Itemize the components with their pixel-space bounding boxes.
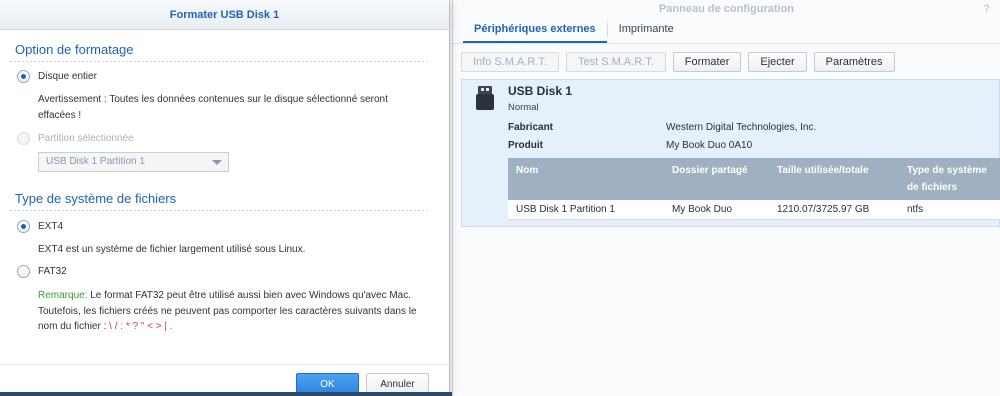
tab-external-devices[interactable]: Périphériques externes <box>463 17 607 43</box>
partition-table: Nom Dossier partagé Taille utilisée/tota… <box>508 158 1000 220</box>
cell-name: USB Disk 1 Partition 1 <box>508 200 664 220</box>
ext4-radio[interactable] <box>17 220 30 233</box>
whole-disk-radio[interactable] <box>17 70 30 83</box>
selected-partition-radio[interactable] <box>17 132 30 145</box>
dialog-title: Formater USB Disk 1 <box>0 0 449 30</box>
selected-partition-label[interactable]: Partition sélectionnée <box>38 133 134 144</box>
column-header-size[interactable]: Taille utilisée/totale <box>769 158 899 200</box>
disk-status: Normal <box>508 102 539 113</box>
fat32-radio[interactable] <box>17 265 30 278</box>
manufacturer-value: Western Digital Technologies, Inc. <box>666 122 817 133</box>
partition-select[interactable]: USB Disk 1 Partition 1 <box>38 152 229 172</box>
control-panel-window: Panneau de configuration ? Périphériques… <box>452 0 1000 396</box>
taskbar-strip <box>0 392 452 396</box>
remark-text: Le format FAT32 peut être utilisé aussi … <box>38 290 417 332</box>
smart-test-button[interactable]: Test S.M.A.R.T. <box>565 52 666 72</box>
smart-info-button[interactable]: Info S.M.A.R.T. <box>461 52 559 72</box>
fat32-remark: Remarque: Le format FAT32 peut être util… <box>38 288 418 335</box>
format-option-heading: Option de formatage <box>15 42 134 57</box>
section-divider <box>10 210 430 211</box>
ext4-label[interactable]: EXT4 <box>38 221 63 232</box>
tab-bar: Périphériques externes Imprimante <box>453 18 1000 44</box>
whole-disk-label[interactable]: Disque entier <box>38 71 97 82</box>
cell-filesystem: ntfs <box>899 200 1000 220</box>
filesystem-type-heading: Type de système de fichiers <box>15 191 177 206</box>
column-header-filesystem[interactable]: Type de système de fichiers <box>899 158 1000 200</box>
help-icon[interactable]: ? <box>983 0 990 18</box>
control-panel-title-text: Panneau de configuration <box>658 3 795 15</box>
forbidden-characters: \ / : * ? " < > | . <box>109 321 173 332</box>
chevron-down-icon <box>212 160 222 165</box>
format-dialog: Formater USB Disk 1 Option de formatage … <box>0 0 450 396</box>
column-header-name[interactable]: Nom <box>508 158 664 200</box>
product-label: Produit <box>508 140 543 151</box>
tab-printer[interactable]: Imprimante <box>608 17 685 43</box>
section-divider <box>10 61 430 62</box>
product-value: My Book Duo 0A10 <box>666 140 753 151</box>
cell-shared-folder: My Book Duo <box>664 200 769 220</box>
format-button[interactable]: Formater <box>672 52 742 72</box>
settings-button[interactable]: Paramètres <box>813 52 895 72</box>
manufacturer-label: Fabricant <box>508 122 554 133</box>
partition-select-value: USB Disk 1 Partition 1 <box>46 156 145 167</box>
ext4-description: EXT4 est un système de fichier largement… <box>38 244 306 255</box>
disk-panel[interactable]: USB Disk 1 Normal Fabricant Western Digi… <box>461 79 1000 227</box>
control-panel-title: Panneau de configuration ? <box>453 0 1000 18</box>
warning-text: Avertissement : Toutes les données conte… <box>38 94 388 121</box>
remark-label: Remarque: <box>38 290 88 301</box>
fat32-label[interactable]: FAT32 <box>38 266 67 277</box>
cell-size: 1210.07/3725.97 GB <box>769 200 899 220</box>
disk-name: USB Disk 1 <box>508 84 573 98</box>
table-row[interactable]: USB Disk 1 Partition 1 My Book Duo 1210.… <box>508 200 1000 220</box>
column-header-shared-folder[interactable]: Dossier partagé <box>664 158 769 200</box>
toolbar: Info S.M.A.R.T. Test S.M.A.R.T. Formater… <box>453 44 1000 78</box>
usb-drive-icon <box>476 86 494 110</box>
eject-button[interactable]: Ejecter <box>748 52 807 72</box>
